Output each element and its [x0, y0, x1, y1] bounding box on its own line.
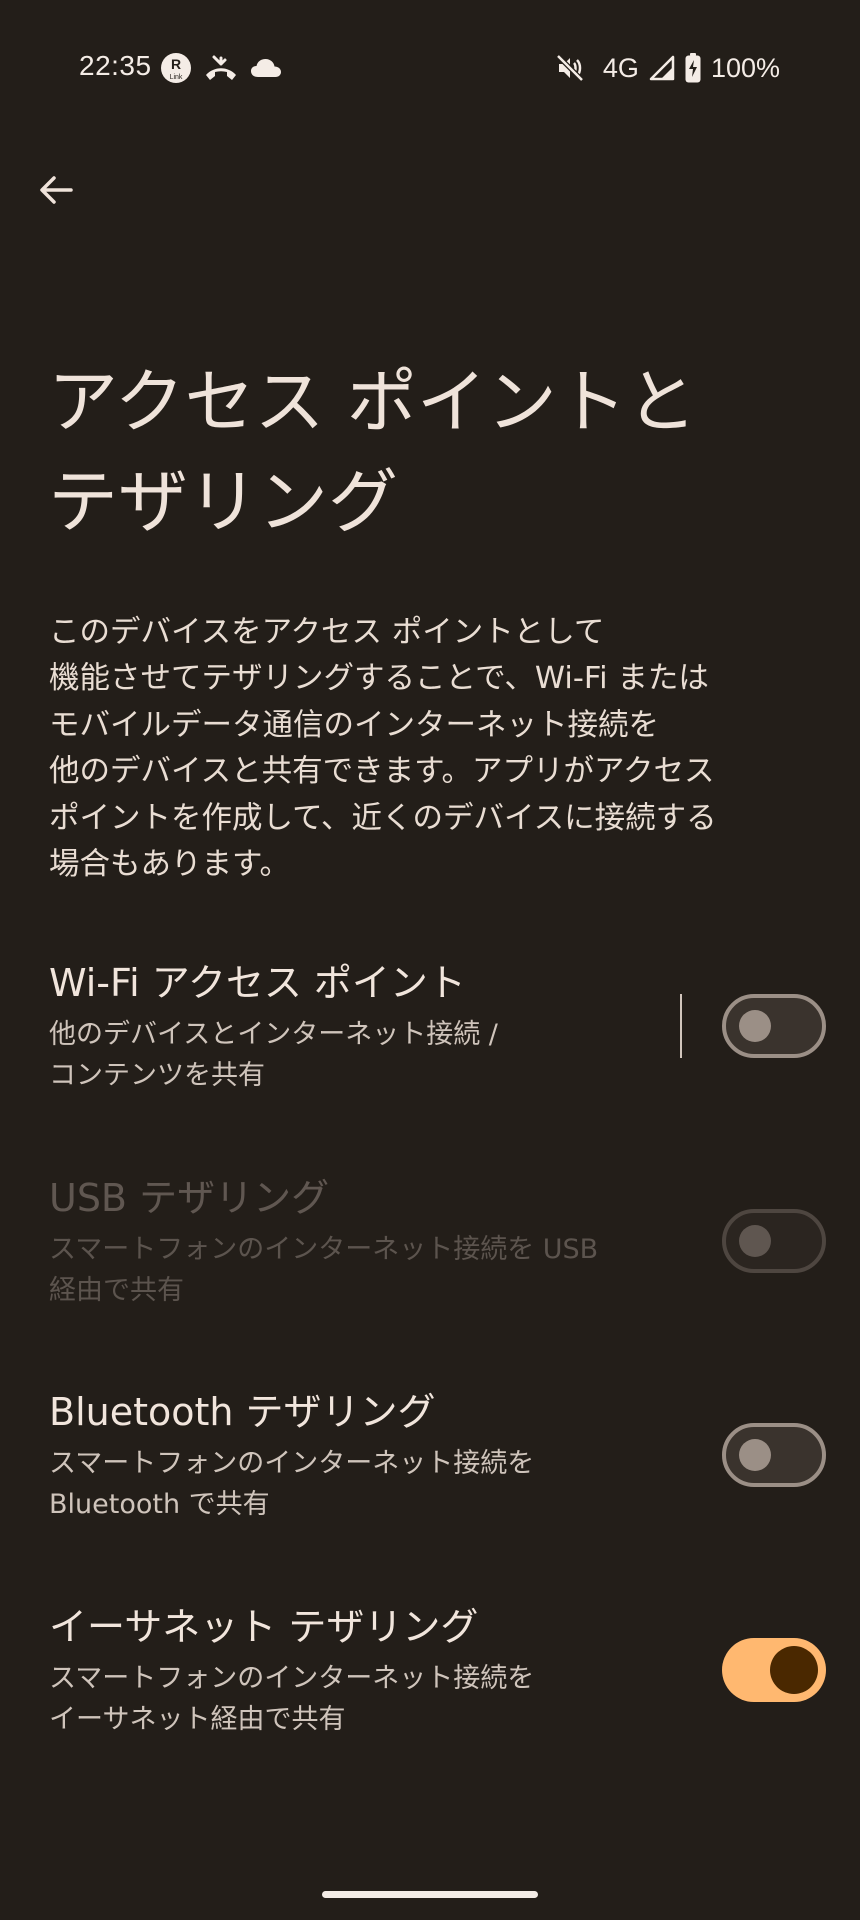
setting-usb-tethering: USB テザリング スマートフォンのインターネット接続を USB 経由で共有: [0, 1175, 860, 1375]
setting-bluetooth-tethering[interactable]: Bluetooth テザリング スマートフォンのインターネット接続を Bluet…: [0, 1389, 860, 1589]
setting-text: Bluetooth テザリング スマートフォンのインターネット接続を Bluet…: [49, 1389, 649, 1525]
page-title-line: アクセス ポイントと: [48, 361, 697, 443]
setting-ethernet-tethering[interactable]: イーサネット テザリング スマートフォンのインターネット接続を イーサネット経由…: [0, 1604, 860, 1804]
setting-title: USB テザリング: [49, 1176, 330, 1220]
description-line: このデバイスをアクセス ポイントとして: [49, 615, 605, 650]
setting-title: Bluetooth テザリング: [49, 1390, 436, 1434]
system-indicators: 4G 100%: [555, 50, 780, 86]
setting-text: USB テザリング スマートフォンのインターネット接続を USB 経由で共有: [49, 1175, 649, 1311]
page-title: アクセス ポイントと テザリング: [48, 352, 808, 552]
wifi-hotspot-switch[interactable]: [722, 994, 826, 1058]
gesture-nav-handle[interactable]: [322, 1891, 538, 1898]
bluetooth-tethering-switch[interactable]: [722, 1423, 826, 1487]
description-line: 場合もあります。: [49, 847, 290, 883]
setting-title: Wi-Fi アクセス ポイント: [49, 961, 466, 1005]
status-time: 22:35: [79, 50, 152, 81]
setting-summary: スマートフォンのインターネット接続を イーサネット経由で共有: [49, 1663, 535, 1735]
network-type: 4G: [602, 52, 639, 83]
description-line: 他のデバイスと共有できます。アプリがアクセス: [49, 754, 715, 790]
description-line: モバイルデータ通信のインターネット接続を: [49, 707, 659, 743]
usb-tethering-switch: [722, 1209, 826, 1273]
setting-summary: スマートフォンのインターネット接続を Bluetooth で共有: [49, 1448, 535, 1520]
switch-thumb: [770, 1646, 818, 1694]
switch-thumb: [739, 1439, 771, 1471]
battery-percentage: 100%: [710, 52, 780, 83]
ethernet-tethering-switch[interactable]: [722, 1638, 826, 1702]
switch-thumb: [739, 1225, 771, 1257]
arrow-back-icon: [40, 176, 73, 204]
description-line: 機能させてテザリングすることで、Wi-Fi または: [49, 661, 709, 697]
cloud-icon: [250, 57, 282, 79]
mute-icon: [555, 53, 585, 83]
setting-summary: スマートフォンのインターネット接続を USB 経由で共有: [49, 1234, 599, 1306]
rakuten-link-icon: R Link: [160, 52, 192, 84]
switch-thumb: [739, 1010, 771, 1042]
page-description: このデバイスをアクセス ポイントとして 機能させてテザリングすることで、Wi-F…: [49, 610, 789, 888]
missed-call-icon: [204, 53, 238, 83]
status-bar: 22:35 R Link 4G 100%: [0, 0, 860, 136]
signal-icon: [649, 55, 675, 81]
svg-text:Link: Link: [170, 74, 183, 81]
divider: [680, 994, 682, 1058]
setting-text: Wi-Fi アクセス ポイント 他のデバイスとインターネット接続 / コンテンツ…: [49, 960, 649, 1096]
setting-text: イーサネット テザリング スマートフォンのインターネット接続を イーサネット経由…: [49, 1604, 649, 1740]
back-button[interactable]: [24, 158, 88, 222]
description-line: ポイントを作成して、近くのデバイスに接続する: [49, 800, 717, 836]
setting-wifi-hotspot[interactable]: Wi-Fi アクセス ポイント 他のデバイスとインターネット接続 / コンテンツ…: [0, 960, 860, 1160]
setting-summary: 他のデバイスとインターネット接続 / コンテンツを共有: [49, 1019, 498, 1091]
setting-title: イーサネット テザリング: [49, 1605, 479, 1649]
svg-text:R: R: [171, 56, 181, 72]
battery-charging-icon: [685, 53, 701, 83]
notification-icons: R Link: [160, 50, 282, 86]
page-title-line: テザリング: [48, 461, 398, 543]
